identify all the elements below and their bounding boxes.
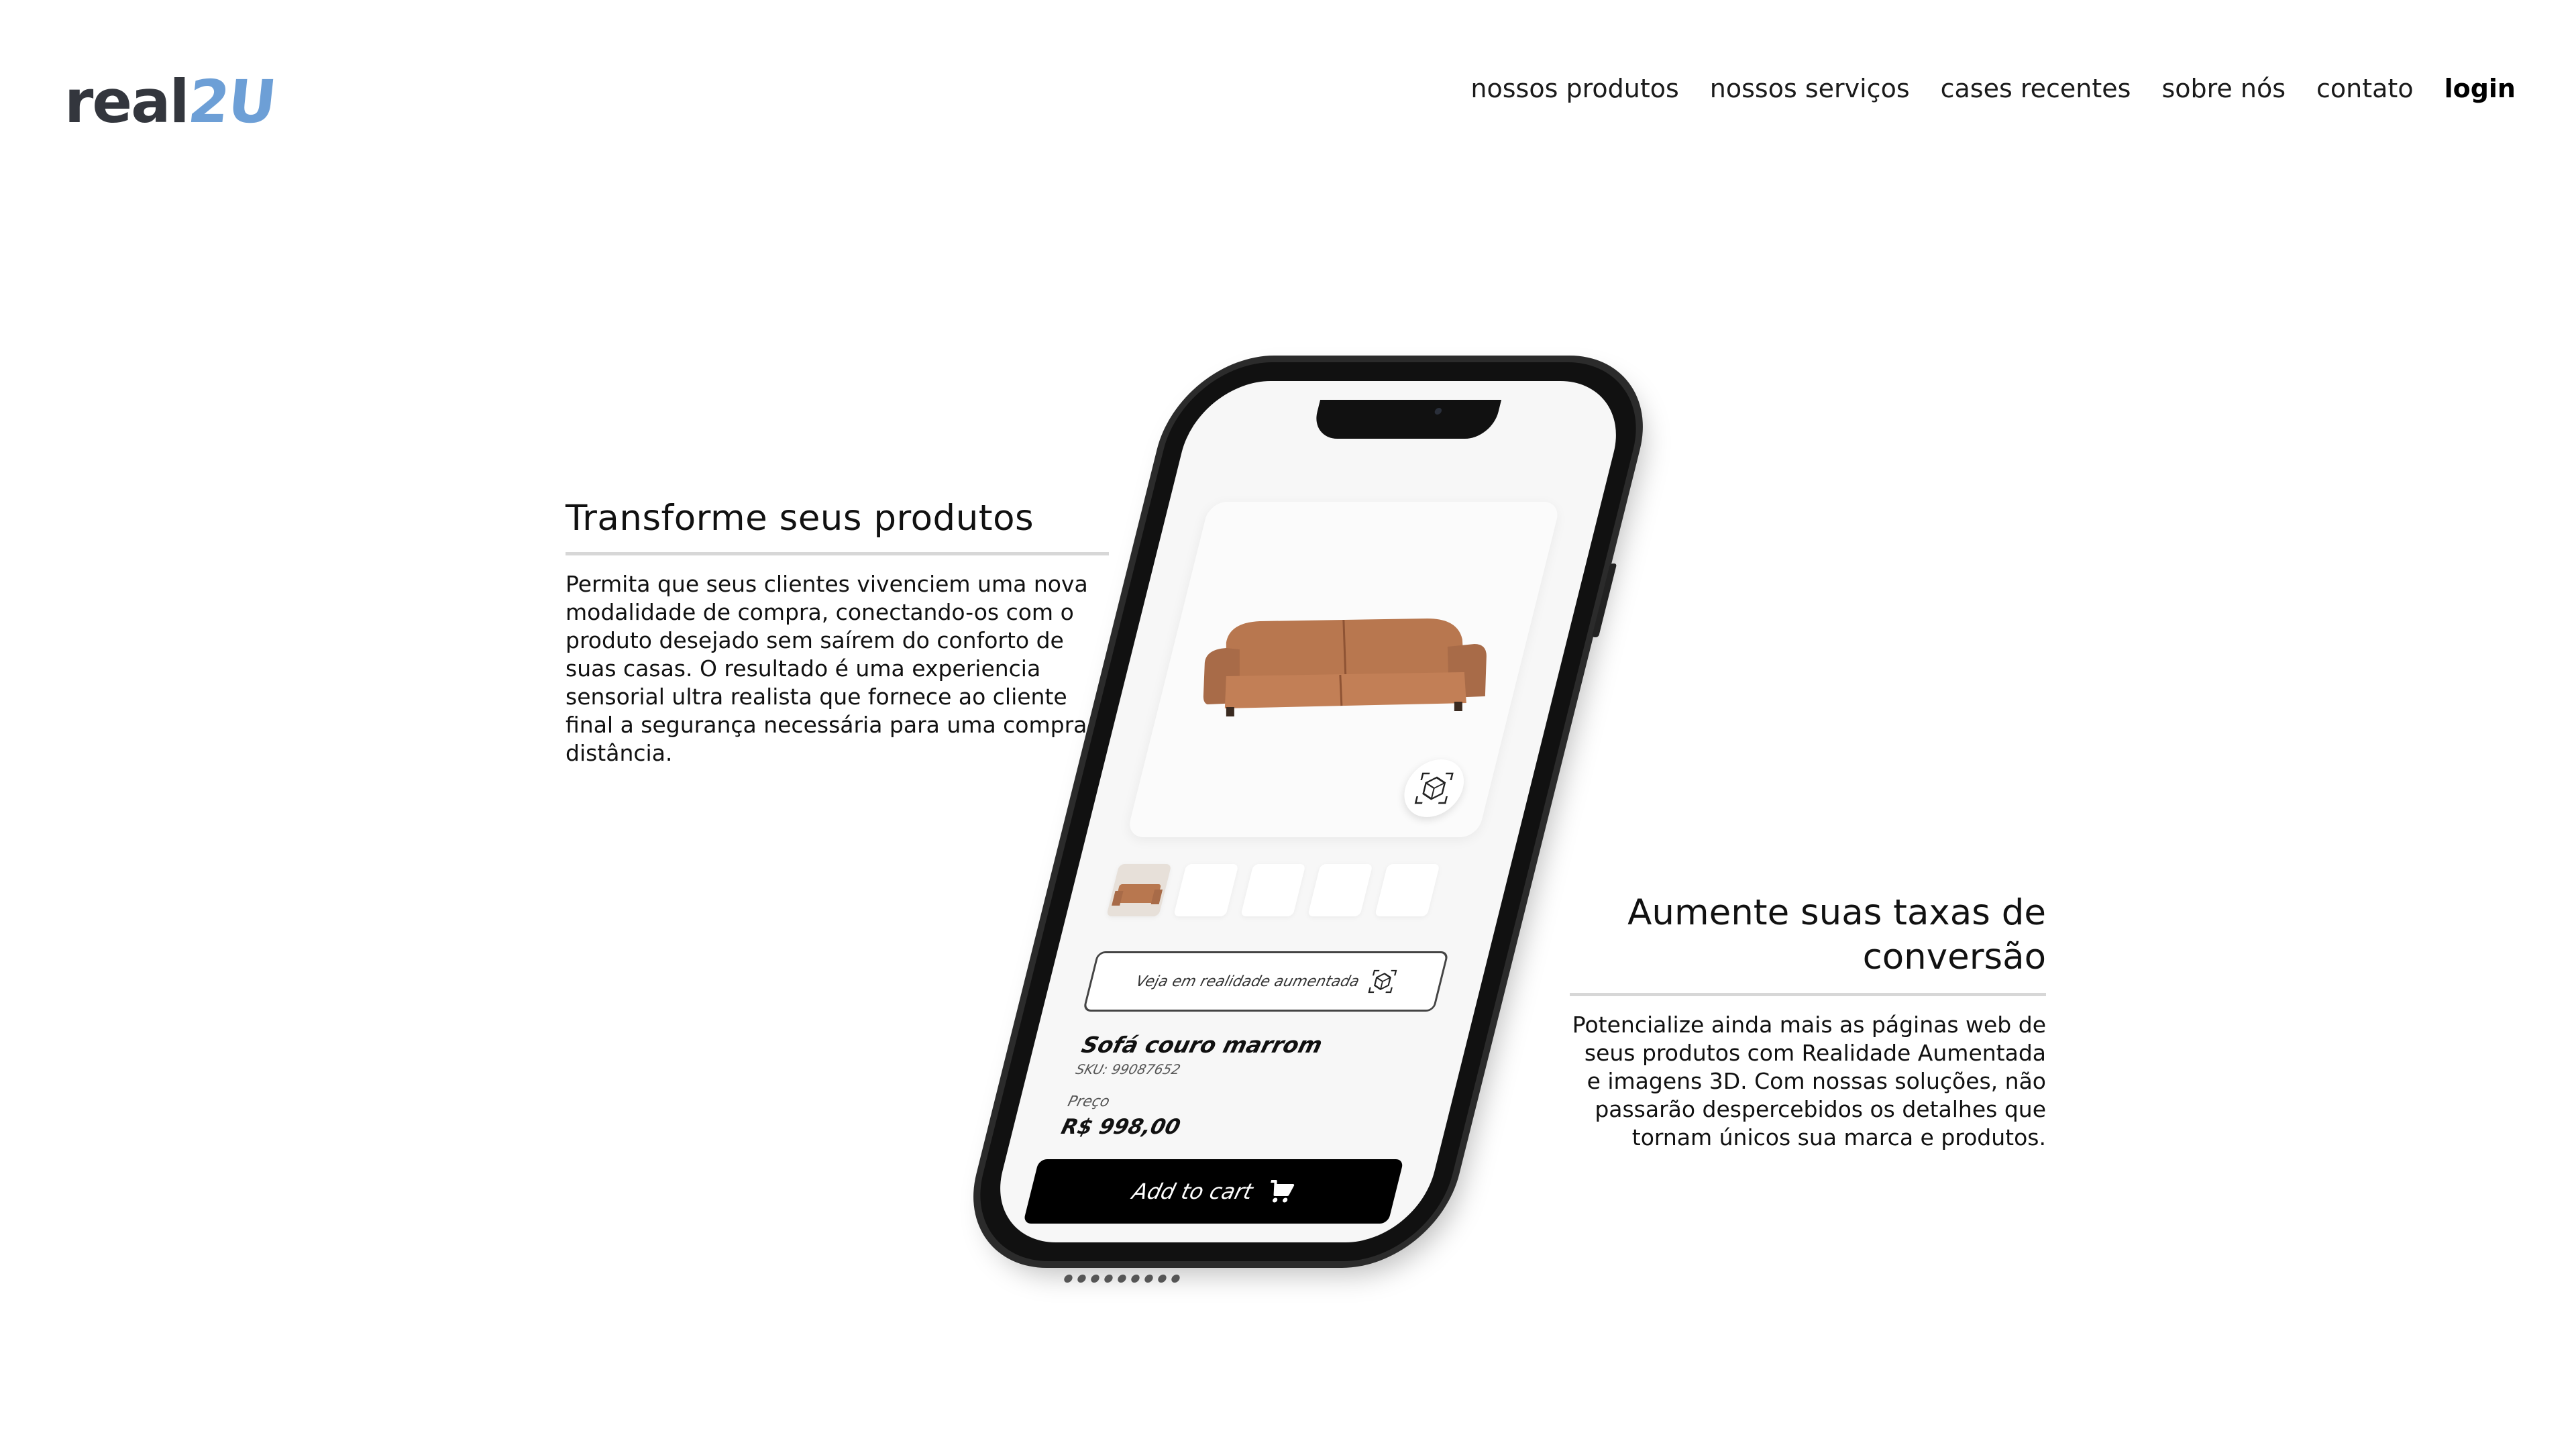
ar-cube-icon — [1414, 772, 1454, 804]
price-label: Preço — [1066, 1093, 1112, 1110]
speaker-grille — [1063, 1275, 1181, 1283]
product-price: R$ 998,00 — [1059, 1115, 1183, 1139]
ar-view-button-wide[interactable]: Veja em realidade aumentada — [1082, 951, 1450, 1012]
nav-login[interactable]: login — [2445, 74, 2516, 103]
product-sku: SKU: 99087652 — [1074, 1061, 1183, 1077]
add-to-cart-label: Add to cart — [1130, 1179, 1256, 1204]
logo[interactable]: real 2U — [64, 64, 278, 136]
cart-icon — [1271, 1180, 1295, 1203]
add-to-cart-button[interactable]: Add to cart — [1022, 1159, 1404, 1224]
logo-text-real: real — [64, 67, 190, 136]
thumbnail-sofa[interactable] — [1106, 864, 1172, 916]
nav-nossos-servicos[interactable]: nossos serviços — [1710, 74, 1910, 103]
thumbnail-empty[interactable] — [1375, 864, 1440, 916]
nav-nossos-produtos[interactable]: nossos produtos — [1470, 74, 1678, 103]
phone-frame: Veja em realidade aumentada Sofá couro m… — [961, 362, 1656, 1283]
nav-sobre-nos[interactable]: sobre nós — [2161, 74, 2286, 103]
thumbnail-empty[interactable] — [1173, 864, 1239, 916]
phone-notch — [1310, 400, 1502, 439]
section-body: Potencialize ainda mais as páginas web d… — [1572, 1012, 2046, 1150]
section-title: Aumente suas taxas de conversão — [1570, 891, 2046, 996]
section-body: Permita que seus clientes vivenciem uma … — [566, 571, 1108, 766]
product-name: Sofá couro marrom — [1079, 1032, 1326, 1058]
phone-side-button — [1591, 564, 1617, 637]
section-title: Transforme seus produtos — [566, 498, 1109, 555]
camera-icon — [1434, 408, 1443, 415]
phone-mockup: Veja em realidade aumentada Sofá couro m… — [961, 362, 1656, 1283]
thumbnail-strip — [1106, 864, 1440, 916]
nav-cases-recentes[interactable]: cases recentes — [1941, 74, 2131, 103]
ar-cube-icon — [1368, 969, 1397, 994]
section-aumente: Aumente suas taxas de conversão Potencia… — [1570, 891, 2046, 1152]
sofa-image — [1203, 619, 1487, 716]
ar-button-label: Veja em realidade aumentada — [1134, 973, 1362, 990]
thumbnail-empty[interactable] — [1240, 864, 1306, 916]
thumbnail-empty[interactable] — [1307, 864, 1373, 916]
main-nav: nossos produtos nossos serviços cases re… — [1470, 74, 2516, 103]
section-transforme: Transforme seus produtos Permita que seu… — [566, 498, 1109, 767]
logo-text-2u: 2U — [184, 67, 278, 136]
product-image-card — [1126, 502, 1562, 837]
nav-contato[interactable]: contato — [2316, 74, 2414, 103]
ar-view-button[interactable] — [1398, 759, 1470, 817]
